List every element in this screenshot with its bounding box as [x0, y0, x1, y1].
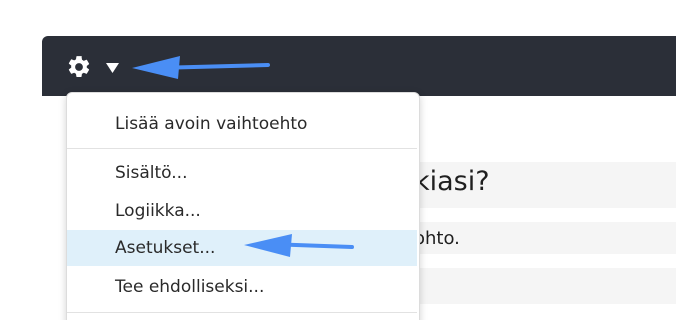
- question-title: kiasi?: [414, 166, 490, 197]
- menu-item-logic[interactable]: Logiikka...: [67, 193, 417, 229]
- menu-item-make-conditional[interactable]: Tee ehdolliseksi...: [67, 269, 417, 305]
- answer-option-text: ohto.: [414, 228, 460, 249]
- gear-icon: [68, 56, 90, 77]
- gear-dropdown-menu: Lisää avoin vaihtoehto Sisältö... Logiik…: [66, 92, 420, 320]
- menu-item-content[interactable]: Sisältö...: [67, 155, 417, 191]
- annotation-arrow-icon: [132, 56, 270, 79]
- gear-menu-button[interactable]: [66, 54, 124, 80]
- menu-divider: [67, 148, 417, 149]
- menu-item-add-open-option[interactable]: Lisää avoin vaihtoehto: [67, 106, 417, 142]
- caret-down-icon: [106, 63, 119, 73]
- page: kiasi? ohto. Lisää avoin vaihtoehto Sisä…: [0, 0, 676, 320]
- menu-divider: [67, 312, 417, 313]
- answer-option-row: [418, 268, 676, 304]
- annotation-arrow-icon: [244, 234, 354, 257]
